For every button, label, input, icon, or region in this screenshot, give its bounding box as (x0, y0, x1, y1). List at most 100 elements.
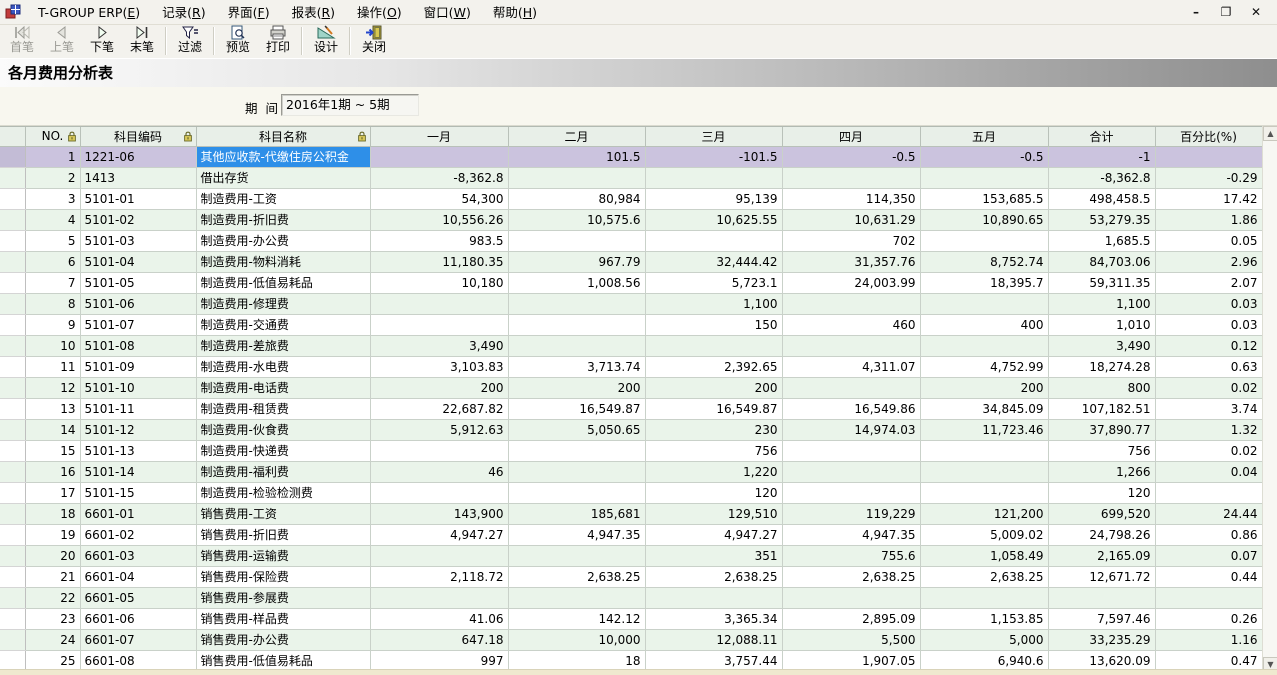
cell[interactable] (920, 440, 1048, 461)
cell[interactable]: 12,088.11 (645, 629, 782, 650)
cell[interactable]: 6601-04 (80, 566, 196, 587)
close-icon[interactable]: ✕ (1249, 5, 1263, 19)
cell[interactable]: 制造费用-检验检测费 (196, 482, 370, 503)
row-indicator[interactable] (0, 440, 25, 461)
cell[interactable]: 15 (25, 440, 80, 461)
cell[interactable]: 制造费用-修理费 (196, 293, 370, 314)
cell[interactable]: 5101-13 (80, 440, 196, 461)
column-header-二月[interactable]: 二月 (508, 127, 645, 146)
cell[interactable]: 3 (25, 188, 80, 209)
cell[interactable]: 983.5 (370, 230, 508, 251)
cell[interactable]: 59,311.35 (1048, 272, 1155, 293)
cell[interactable] (508, 482, 645, 503)
cell[interactable] (920, 293, 1048, 314)
cell[interactable]: 25 (25, 650, 80, 671)
cell[interactable]: 8,752.74 (920, 251, 1048, 272)
cell[interactable]: 销售费用-保险费 (196, 566, 370, 587)
cell[interactable] (508, 587, 645, 608)
cell[interactable]: 制造费用-水电费 (196, 356, 370, 377)
row-indicator[interactable] (0, 524, 25, 545)
cell[interactable]: 2,165.09 (1048, 545, 1155, 566)
cell[interactable] (370, 482, 508, 503)
column-header-科目编码[interactable]: 科目编码 (80, 127, 196, 146)
cell[interactable]: 53,279.35 (1048, 209, 1155, 230)
row-indicator[interactable] (0, 461, 25, 482)
cell[interactable]: 10,625.55 (645, 209, 782, 230)
cell[interactable]: 7 (25, 272, 80, 293)
cell[interactable]: 销售费用-低值易耗品 (196, 650, 370, 671)
column-header-合计[interactable]: 合计 (1048, 127, 1155, 146)
cell[interactable]: 120 (1048, 482, 1155, 503)
cell[interactable]: 5101-03 (80, 230, 196, 251)
cell[interactable]: -0.5 (920, 146, 1048, 167)
cell[interactable]: 2,392.65 (645, 356, 782, 377)
cell[interactable]: 0.02 (1155, 377, 1262, 398)
cell[interactable]: 1,008.56 (508, 272, 645, 293)
cell[interactable]: -8,362.8 (370, 167, 508, 188)
cell[interactable]: 31,357.76 (782, 251, 920, 272)
cell[interactable]: 5101-11 (80, 398, 196, 419)
cell[interactable] (508, 167, 645, 188)
cell[interactable]: 150 (645, 314, 782, 335)
cell[interactable]: 4,752.99 (920, 356, 1048, 377)
cell[interactable]: 2 (25, 167, 80, 188)
cell[interactable]: 21 (25, 566, 80, 587)
cell[interactable]: -0.5 (782, 146, 920, 167)
menu-item-窗口[interactable]: 窗口(W) (413, 0, 482, 25)
cell[interactable] (508, 545, 645, 566)
cell[interactable]: 3,103.83 (370, 356, 508, 377)
row-indicator[interactable] (0, 146, 25, 167)
cell[interactable]: 0.03 (1155, 293, 1262, 314)
cell[interactable]: 销售费用-办公费 (196, 629, 370, 650)
cell[interactable] (920, 482, 1048, 503)
cell[interactable] (645, 167, 782, 188)
cell[interactable]: 22 (25, 587, 80, 608)
cell[interactable]: 95,139 (645, 188, 782, 209)
cell[interactable]: 0.63 (1155, 356, 1262, 377)
cell[interactable]: 5101-15 (80, 482, 196, 503)
cell[interactable]: 4 (25, 209, 80, 230)
scroll-up-icon[interactable]: ▲ (1263, 126, 1277, 141)
cell[interactable] (1155, 146, 1262, 167)
cell[interactable]: 1,266 (1048, 461, 1155, 482)
menu-item-记录[interactable]: 记录(R) (151, 0, 216, 25)
cell[interactable]: 460 (782, 314, 920, 335)
cell[interactable]: 14 (25, 419, 80, 440)
cell[interactable] (782, 377, 920, 398)
row-indicator[interactable] (0, 272, 25, 293)
cell[interactable]: 0.47 (1155, 650, 1262, 671)
cell[interactable]: 制造费用-电话费 (196, 377, 370, 398)
cell[interactable]: 10,180 (370, 272, 508, 293)
cell[interactable]: 24 (25, 629, 80, 650)
cell[interactable]: 1.32 (1155, 419, 1262, 440)
cell[interactable]: 3,713.74 (508, 356, 645, 377)
cell[interactable]: 14,974.03 (782, 419, 920, 440)
row-indicator[interactable] (0, 356, 25, 377)
cell[interactable]: 制造费用-快递费 (196, 440, 370, 461)
cell[interactable]: 11,180.35 (370, 251, 508, 272)
cell[interactable]: 0.07 (1155, 545, 1262, 566)
column-header-一月[interactable]: 一月 (370, 127, 508, 146)
cell[interactable]: 80,984 (508, 188, 645, 209)
cell[interactable]: 1,220 (645, 461, 782, 482)
cell[interactable]: 5101-05 (80, 272, 196, 293)
toolbar-button-下笔[interactable]: 下笔 (82, 25, 122, 58)
menu-item-T-GROUP ERP[interactable]: T-GROUP ERP(E) (27, 0, 151, 25)
cell[interactable]: 制造费用-办公费 (196, 230, 370, 251)
cell[interactable]: 400 (920, 314, 1048, 335)
cell[interactable]: 2,638.25 (782, 566, 920, 587)
row-indicator[interactable] (0, 587, 25, 608)
minimize-icon[interactable]: – (1189, 5, 1203, 19)
cell[interactable]: 0.44 (1155, 566, 1262, 587)
cell[interactable]: 13,620.09 (1048, 650, 1155, 671)
cell[interactable]: 18,274.28 (1048, 356, 1155, 377)
cell[interactable]: 4,947.27 (645, 524, 782, 545)
cell[interactable]: 997 (370, 650, 508, 671)
cell[interactable]: 6 (25, 251, 80, 272)
cell[interactable]: 4,947.27 (370, 524, 508, 545)
column-header-科目名称[interactable]: 科目名称 (196, 127, 370, 146)
cell[interactable]: 647.18 (370, 629, 508, 650)
cell[interactable]: 351 (645, 545, 782, 566)
cell[interactable] (370, 545, 508, 566)
cell[interactable]: 699,520 (1048, 503, 1155, 524)
